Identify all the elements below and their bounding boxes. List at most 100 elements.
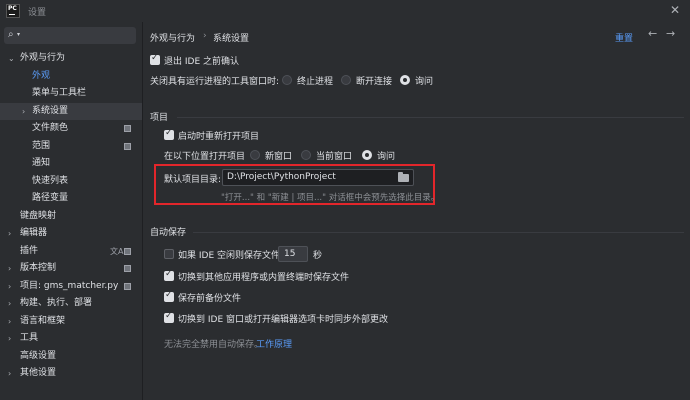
search-icon: ⌕ [8,29,14,40]
switch-app-save-label: 切换到其他应用程序或内置终端时保存文件 [178,273,350,283]
close-tool-label: 关闭具有运行进程的工具窗口时: [150,77,280,87]
sidebar-item-label: 通知 [32,158,51,168]
autosave-disable-hint: 无法完全禁用自动保存。 [164,340,264,350]
reopen-project-label: 启动时重新打开项目 [178,132,260,142]
chevron-right-icon[interactable]: › [22,103,25,121]
settings-sidebar: ⌕ ▾ ⌄ 外观与行为外观菜单与工具栏 › 系统设置文件颜色 范围通知快速列表路径变量键… [0,22,142,400]
project-scope-icon [124,282,131,290]
reset-button[interactable]: 重置 [615,31,633,44]
sidebar-item-5[interactable]: 范围 [0,138,142,156]
sidebar-item-label: 系统设置 [32,105,69,116]
confirm-exit-checkbox[interactable] [150,53,160,65]
sidebar-item-label: 路径变量 [32,193,69,203]
chevron-right-icon[interactable]: › [8,225,11,243]
open-in-radio-new-window[interactable] [250,150,260,160]
settings-content: 外观与行为 › 系统设置 重置 ← → 退出 IDE 之前确认 关闭具有运行进程… [143,22,690,400]
sidebar-item-label: 构建、执行、部署 [20,298,93,308]
default-dir-value: D:\Project\PythonProject [227,172,336,182]
chevron-right-icon[interactable]: › [8,365,11,383]
default-dir-input[interactable]: D:\Project\PythonProject [222,169,414,186]
idle-seconds-input[interactable]: 15 [278,246,308,262]
sidebar-item-label: 菜单与工具栏 [32,88,87,98]
open-in-option-new-window: 新窗口 [265,152,293,162]
chevron-right-icon[interactable]: › [8,330,11,348]
translate-icon: 文A [110,246,124,256]
open-in-radio-current-window[interactable] [301,150,311,160]
pycharm-logo-icon: PC [6,4,20,18]
sidebar-item-label: 版本控制 [20,263,57,273]
sidebar-item-label: 插件 [20,245,39,256]
sync-external-label: 切换到 IDE 窗口或打开编辑器选项卡时同步外部更改 [178,315,388,325]
chevron-down-icon: ▾ [17,31,21,38]
project-scope-icon [124,142,131,150]
chevron-down-icon[interactable]: ⌄ [8,50,15,68]
idle-save-label: 如果 IDE 空闲则保存文件 [178,251,280,261]
open-in-radio-ask[interactable] [362,150,372,160]
sidebar-item-label: 外观 [32,70,51,81]
chevron-right-icon[interactable]: › [8,260,11,278]
sidebar-item-label: 工具 [20,333,39,343]
sidebar-item-12[interactable]: › 版本控制 [0,260,142,278]
close-tool-option-terminate: 终止进程 [297,77,334,87]
confirm-exit-label: 退出 IDE 之前确认 [164,57,239,67]
page-title: 系统设置 [213,34,250,44]
sidebar-item-10[interactable]: › 编辑器 [0,225,142,243]
switch-app-save-checkbox[interactable] [164,269,174,281]
autosave-section-divider [193,232,684,233]
open-in-option-current-window: 当前窗口 [316,152,353,162]
close-tool-radio-ask[interactable] [400,75,410,85]
settings-search-input[interactable]: ⌕ ▾ [4,27,136,44]
chevron-right-icon[interactable]: › [8,313,11,331]
autosave-section-title: 自动保存 [150,228,187,238]
close-tool-radio-terminate[interactable] [282,75,292,85]
idle-save-checkbox[interactable] [164,249,174,259]
sidebar-item-8[interactable]: 路径变量 [0,190,142,208]
sidebar-item-4[interactable]: 文件颜色 [0,120,142,138]
sync-external-checkbox[interactable] [164,311,174,323]
project-scope-icon [124,125,131,132]
sidebar-item-1[interactable]: 外观 [0,68,142,86]
project-scope-icon [124,247,131,255]
sidebar-item-16[interactable]: › 工具 [0,330,142,348]
sidebar-item-label: 外观与行为 [20,53,66,63]
reopen-project-checkbox[interactable] [164,128,174,140]
project-scope-icon [124,265,131,272]
sidebar-item-13[interactable]: › 项目: gms_matcher.py [0,278,142,296]
sidebar-item-3[interactable]: › 系统设置 [0,102,142,121]
sidebar-item-6[interactable]: 通知 [0,155,142,173]
chevron-right-icon[interactable]: › [8,295,11,313]
sidebar-item-label: 语言和框架 [20,315,66,326]
window-title: 设置 [28,8,47,18]
backup-label: 保存前备份文件 [178,294,242,304]
sidebar-item-label: 快速列表 [32,175,69,186]
close-icon[interactable]: ✕ [670,3,680,17]
sidebar-item-0[interactable]: ⌄ 外观与行为 [0,50,142,68]
sidebar-item-label: 其他设置 [20,368,57,378]
sidebar-item-17[interactable]: 高级设置 [0,348,142,366]
title-bar: PC 设置 ✕ [0,0,690,22]
backup-checkbox[interactable] [164,290,174,302]
open-in-label: 在以下位置打开项目 [164,152,246,162]
sidebar-item-label: 项目: gms_matcher.py [20,280,119,291]
sidebar-item-label: 键盘映射 [20,210,57,221]
back-arrow-icon[interactable]: ← [648,27,657,40]
close-tool-option-ask: 询问 [415,77,434,87]
default-dir-hint: "打开..." 和 "新建 | 项目..." 对话框中会预先选择此目录。 [221,193,440,203]
breadcrumb-parent[interactable]: 外观与行为 [150,31,195,44]
close-tool-radio-disconnect[interactable] [341,75,351,85]
folder-icon[interactable] [398,172,409,182]
sidebar-item-7[interactable]: 快速列表 [0,173,142,191]
sidebar-item-14[interactable]: › 构建、执行、部署 [0,295,142,313]
sidebar-item-15[interactable]: › 语言和框架 [0,313,142,331]
sidebar-item-label: 高级设置 [20,350,57,361]
sidebar-item-18[interactable]: › 其他设置 [0,365,142,383]
how-it-works-link[interactable]: 工作原理 [256,337,292,350]
sidebar-item-2[interactable]: 菜单与工具栏 [0,85,142,103]
sidebar-item-9[interactable]: 键盘映射 [0,208,142,226]
project-section-title: 项目 [150,113,169,123]
sidebar-item-label: 编辑器 [20,228,48,238]
sidebar-item-11[interactable]: 插件 文A [0,243,142,261]
seconds-unit-label: 秒 [313,251,323,261]
forward-arrow-icon[interactable]: → [666,27,675,40]
chevron-right-icon[interactable]: › [8,278,11,296]
